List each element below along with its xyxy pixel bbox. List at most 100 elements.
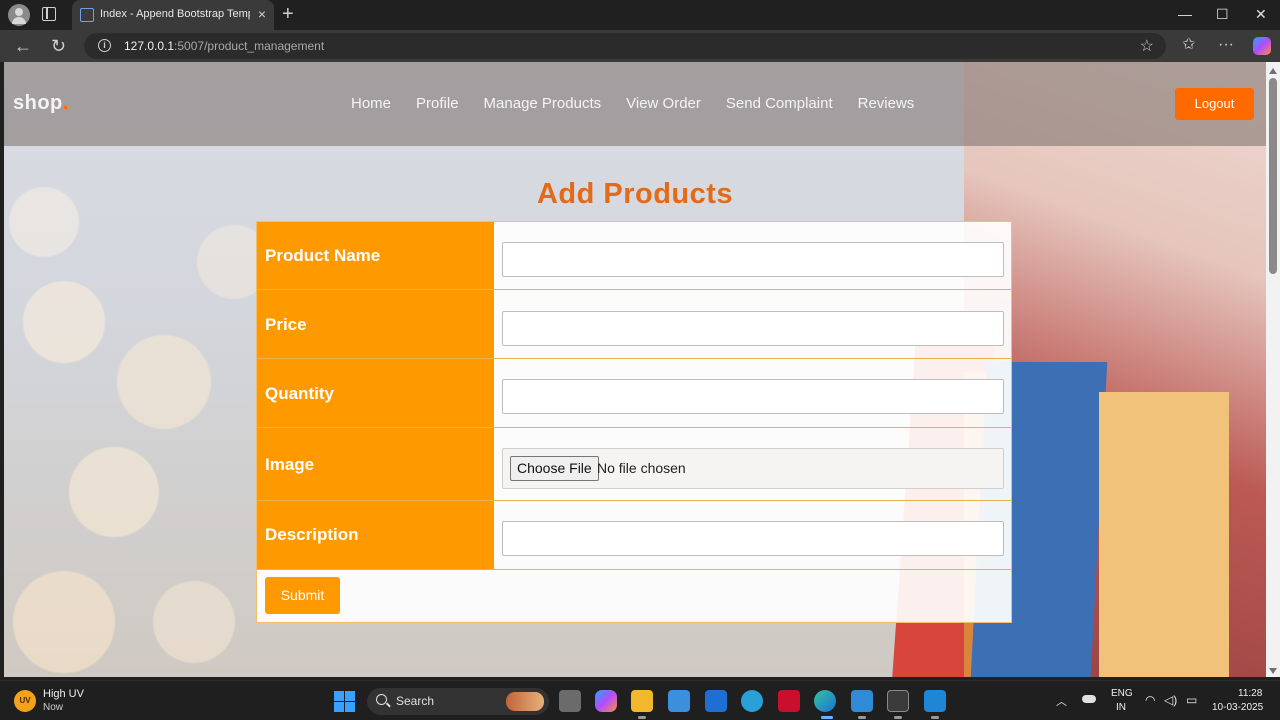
site-logo[interactable]: shop. <box>13 92 69 115</box>
microsoft-store-icon[interactable] <box>668 690 690 712</box>
copilot-app-icon[interactable] <box>595 690 617 712</box>
add-product-form: Product Name Price Quantity Image Choose… <box>256 221 1012 623</box>
site-logo-text: shop <box>13 92 63 114</box>
product-name-label: Product Name <box>265 246 381 265</box>
terminal-icon[interactable] <box>887 690 909 712</box>
vscode-running-indicator <box>931 716 939 719</box>
url-input[interactable]: i 127.0.0.1:5007/product_management ☆ <box>84 33 1166 59</box>
shopping-bag-yellow <box>1099 392 1229 677</box>
show-hidden-icons-chevron-icon[interactable]: ︿ <box>1056 693 1067 709</box>
page-title: Add Products <box>536 178 734 210</box>
page-viewport: shop. Home Profile Manage Products View … <box>4 62 1266 677</box>
task-view-icon[interactable] <box>559 690 581 712</box>
browser-tab-bar: Index - Append Bootstrap Template × + — … <box>0 0 1280 30</box>
profile-avatar-icon[interactable] <box>8 4 30 26</box>
add-favorite-star-icon[interactable]: ☆ <box>1140 36 1154 56</box>
copilot-icon[interactable] <box>1253 37 1271 55</box>
price-label: Price <box>265 315 307 334</box>
window-close-button[interactable]: ✕ <box>1255 5 1267 23</box>
input-region[interactable]: IN <box>1116 702 1126 713</box>
browser-address-bar: ← ↻ i 127.0.0.1:5007/product_management … <box>0 30 1280 62</box>
url-path: :5007/product_management <box>174 39 325 53</box>
nav-home[interactable]: Home <box>351 95 391 112</box>
tab-actions-icon[interactable] <box>42 7 56 21</box>
battery-icon[interactable]: ▭ <box>1186 693 1197 707</box>
description-label-cell: Description <box>257 501 494 569</box>
description-label: Description <box>265 525 359 544</box>
nav-send-complaint[interactable]: Send Complaint <box>726 95 833 112</box>
nav-manage-products[interactable]: Manage Products <box>484 95 602 112</box>
windows-taskbar: UV High UV Now Search ︿ ENG IN ◠ ◁) ▭ 11… <box>0 680 1280 720</box>
product-name-input[interactable] <box>502 242 1004 277</box>
search-highlight-icon <box>506 692 544 711</box>
more-menu-icon[interactable]: ··· <box>1218 35 1234 55</box>
form-row-image: Image Choose File No file chosen <box>257 428 1011 501</box>
quantity-label: Quantity <box>265 384 334 403</box>
quantity-label-cell: Quantity <box>257 359 494 427</box>
product-name-label-cell: Product Name <box>257 222 494 289</box>
new-tab-icon[interactable]: + <box>282 3 294 25</box>
quantity-input[interactable] <box>502 379 1004 414</box>
clock-time[interactable]: 11:28 <box>1238 688 1262 699</box>
clock-date[interactable]: 10-03-2025 <box>1212 702 1263 713</box>
browser-app-icon[interactable] <box>741 690 763 712</box>
tab-close-icon[interactable]: × <box>258 6 266 22</box>
image-label-cell: Image <box>257 428 494 500</box>
file-status-text: No file chosen <box>597 460 686 476</box>
form-row-price: Price <box>257 290 1011 359</box>
scroll-up-arrow-icon[interactable] <box>1269 68 1277 74</box>
windows-start-icon[interactable] <box>334 691 355 712</box>
nav-profile[interactable]: Profile <box>416 95 459 112</box>
url-host: 127.0.0.1 <box>124 39 175 53</box>
wifi-icon[interactable]: ◠ <box>1145 693 1155 707</box>
window-minimize-button[interactable]: — <box>1178 5 1192 23</box>
azure-data-studio-icon[interactable] <box>851 690 873 712</box>
volume-icon[interactable]: ◁) <box>1164 693 1177 707</box>
form-row-product-name: Product Name <box>257 222 1011 290</box>
submit-button[interactable]: Submit <box>265 577 340 614</box>
tab-favicon-icon <box>80 8 94 22</box>
onedrive-cloud-icon[interactable] <box>1082 695 1096 703</box>
form-row-quantity: Quantity <box>257 359 1011 428</box>
browser-tab-active[interactable]: Index - Append Bootstrap Template × <box>72 0 274 30</box>
image-file-input[interactable]: Choose File No file chosen <box>502 448 1004 489</box>
edge-active-indicator <box>821 716 833 719</box>
input-language[interactable]: ENG <box>1111 688 1133 699</box>
tab-title: Index - Append Bootstrap Template <box>100 8 250 20</box>
scroll-down-arrow-icon[interactable] <box>1269 668 1277 674</box>
form-row-description: Description <box>257 501 1011 570</box>
weather-subtitle: Now <box>43 702 64 713</box>
weather-uv-icon[interactable]: UV <box>14 690 36 712</box>
price-input[interactable] <box>502 311 1004 346</box>
nav-view-order[interactable]: View Order <box>626 95 701 112</box>
reload-button[interactable]: ↻ <box>51 36 66 56</box>
scrollbar-thumb[interactable] <box>1269 78 1277 274</box>
favorites-icon[interactable]: ✩ <box>1182 35 1195 55</box>
taskbar-search-box[interactable]: Search <box>367 688 549 715</box>
url-text: 127.0.0.1:5007/product_management <box>124 39 324 53</box>
logout-button[interactable]: Logout <box>1175 88 1254 120</box>
site-info-icon[interactable]: i <box>98 39 111 52</box>
mcafee-icon[interactable] <box>778 690 800 712</box>
window-maximize-button[interactable]: ☐ <box>1216 5 1229 23</box>
page-scrollbar[interactable] <box>1266 62 1280 677</box>
hp-support-icon[interactable] <box>705 690 727 712</box>
image-label: Image <box>265 455 315 474</box>
taskbar-search-label: Search <box>396 694 435 708</box>
price-label-cell: Price <box>257 290 494 358</box>
search-icon <box>376 694 387 705</box>
file-explorer-icon[interactable] <box>631 690 653 712</box>
site-header: shop. Home Profile Manage Products View … <box>4 62 1266 146</box>
choose-file-button[interactable]: Choose File <box>510 456 599 481</box>
edge-icon[interactable] <box>814 690 836 712</box>
main-nav: Home Profile Manage Products View Order … <box>351 95 914 112</box>
nav-reviews[interactable]: Reviews <box>858 95 915 112</box>
back-button[interactable]: ← <box>14 36 32 56</box>
site-logo-dot: . <box>62 92 69 114</box>
description-input[interactable] <box>502 521 1004 556</box>
terminal-running-indicator <box>894 716 902 719</box>
file-explorer-running-indicator <box>638 716 646 719</box>
weather-title[interactable]: High UV <box>43 688 84 700</box>
vscode-icon[interactable] <box>924 690 946 712</box>
azure-running-indicator <box>858 716 866 719</box>
